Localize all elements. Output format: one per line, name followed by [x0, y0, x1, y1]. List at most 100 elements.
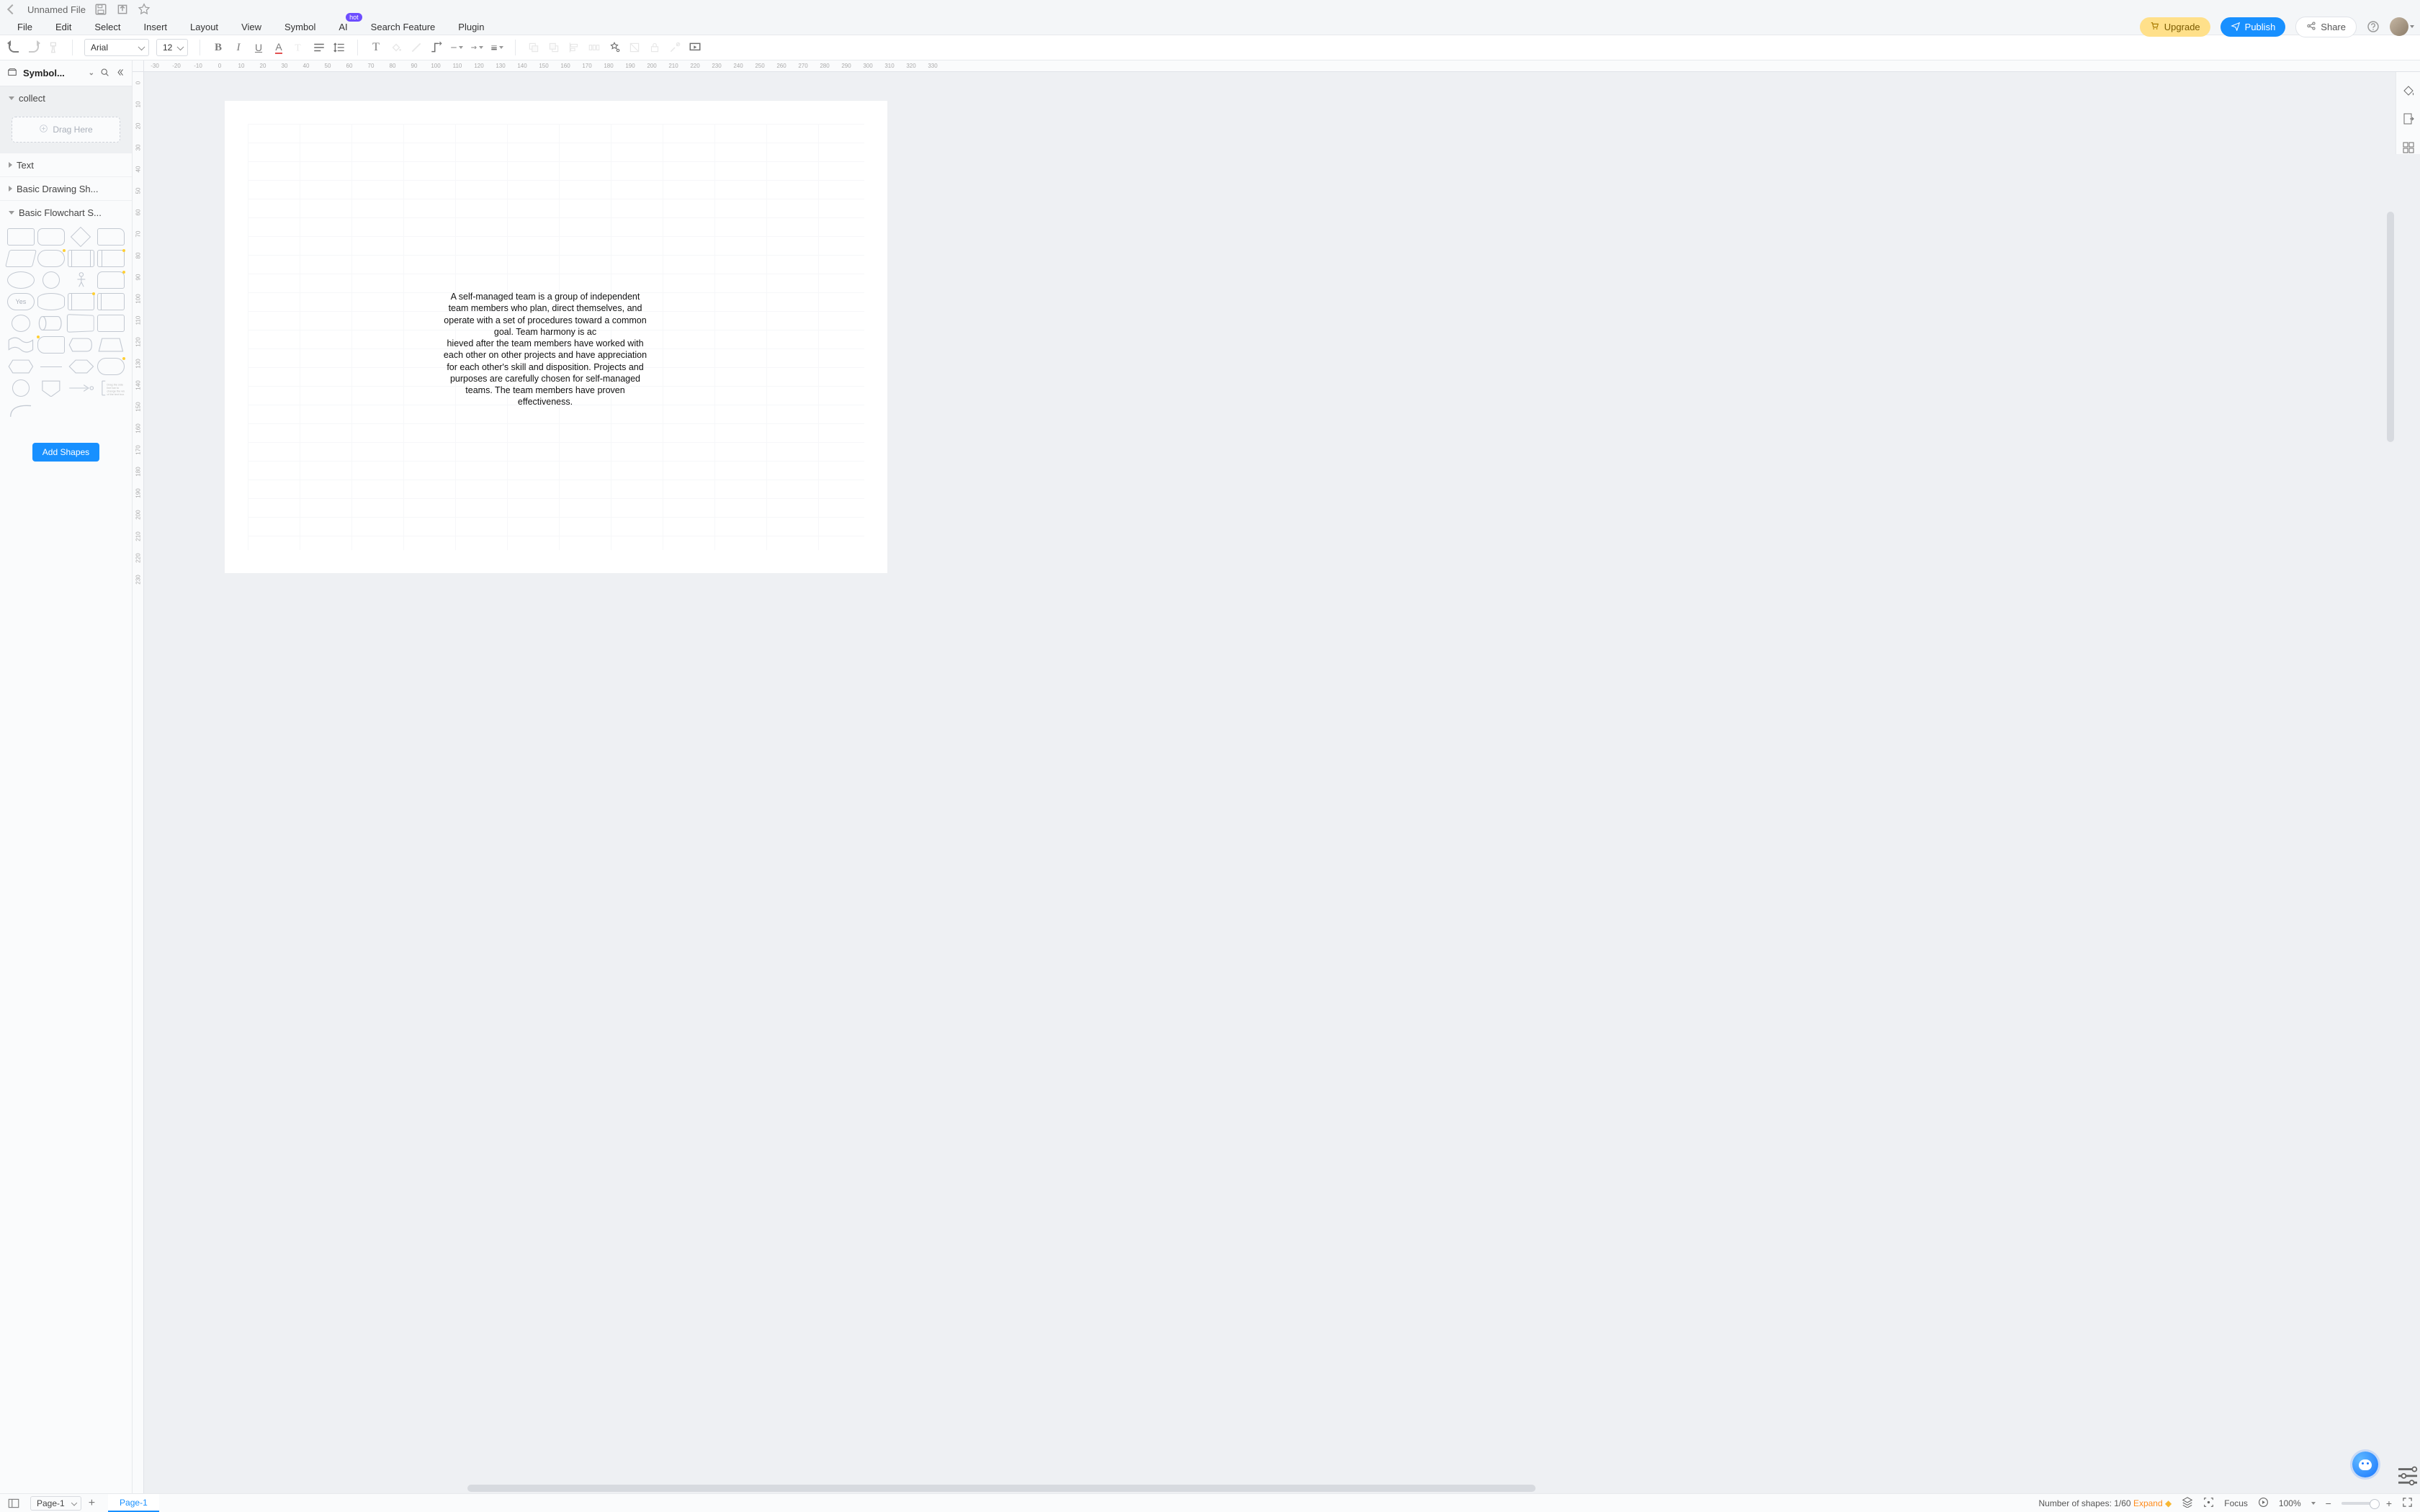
panel-dropdown-icon[interactable]: ⌄: [89, 69, 94, 77]
align-left-obj-icon[interactable]: [568, 41, 581, 54]
canvas[interactable]: -30-20-100102030405060708090100110120130…: [133, 60, 2420, 1493]
shape-predefined[interactable]: [68, 250, 95, 267]
tools-icon[interactable]: [668, 41, 681, 54]
shape-parallel[interactable]: [37, 358, 65, 375]
shape-pill[interactable]: [97, 358, 125, 375]
shape-arc[interactable]: [7, 401, 35, 418]
shape-rounded-rect[interactable]: [37, 228, 65, 246]
undo-icon[interactable]: [7, 41, 20, 54]
menu-select[interactable]: Select: [94, 22, 120, 32]
menu-layout[interactable]: Layout: [190, 22, 218, 32]
shape-annotation[interactable]: Drag the sideline bar tochange the width…: [97, 379, 125, 397]
shape-trapezoid[interactable]: [97, 336, 125, 354]
panel-toggle-icon[interactable]: [7, 1497, 20, 1510]
back-icon[interactable]: [6, 3, 19, 16]
section-collect[interactable]: collect: [0, 86, 132, 109]
user-avatar[interactable]: [2390, 17, 2414, 36]
redo-icon[interactable]: [27, 41, 40, 54]
font-color-icon[interactable]: A: [272, 41, 285, 54]
ruler-vertical[interactable]: 0102030405060708090100110120130140150160…: [133, 72, 144, 1493]
crop-icon[interactable]: [628, 41, 641, 54]
zoom-out-button[interactable]: −: [2326, 1498, 2331, 1509]
fullscreen-icon[interactable]: [2402, 1497, 2413, 1510]
fill-icon[interactable]: [390, 41, 403, 54]
line-style-icon[interactable]: [450, 41, 463, 54]
align-icon[interactable]: [313, 41, 326, 54]
add-page-button[interactable]: +: [86, 1497, 98, 1510]
star-icon[interactable]: [138, 3, 151, 16]
line-weight-icon[interactable]: [490, 41, 503, 54]
line-spacing-icon[interactable]: [333, 41, 346, 54]
zoom-in-button[interactable]: +: [2386, 1498, 2392, 1509]
help-icon[interactable]: [2367, 20, 2380, 33]
zoom-slider[interactable]: [2341, 1502, 2376, 1505]
bold-icon[interactable]: B: [212, 41, 225, 54]
font-size-select[interactable]: 12: [156, 39, 188, 56]
right-options-icon[interactable]: [2396, 1465, 2420, 1489]
menu-edit[interactable]: Edit: [55, 22, 71, 32]
font-family-select[interactable]: Arial: [84, 39, 149, 56]
horizontal-scrollbar[interactable]: [370, 1485, 2312, 1492]
grid-icon[interactable]: [2402, 141, 2415, 154]
menu-ai[interactable]: AI hot: [339, 22, 347, 32]
page-export-icon[interactable]: [2402, 112, 2415, 125]
shape-offpage[interactable]: [37, 379, 65, 397]
tab-page-1[interactable]: Page-1: [108, 1494, 159, 1512]
fill-bucket-icon[interactable]: [2402, 84, 2415, 96]
menu-file[interactable]: File: [17, 22, 32, 32]
ruler-horizontal[interactable]: -30-20-100102030405060708090100110120130…: [144, 60, 2420, 72]
effects-icon[interactable]: [608, 41, 621, 54]
assistant-button[interactable]: [2352, 1452, 2378, 1477]
shape-terminator[interactable]: [37, 250, 65, 267]
shape-hexagon[interactable]: [7, 358, 35, 375]
add-shapes-button[interactable]: Add Shapes: [32, 443, 99, 462]
shape-storage[interactable]: [97, 293, 125, 310]
shape-direct-data[interactable]: [37, 315, 65, 332]
chevron-down-icon[interactable]: [2311, 1502, 2316, 1505]
shape-display[interactable]: [68, 336, 95, 354]
play-icon[interactable]: [2258, 1497, 2269, 1510]
format-painter-icon[interactable]: [48, 41, 60, 54]
drag-here-dropzone[interactable]: Drag Here: [12, 117, 120, 143]
shape-circle[interactable]: [42, 271, 60, 289]
section-text[interactable]: Text: [0, 153, 132, 176]
shape-rect2[interactable]: [97, 315, 125, 332]
menu-insert[interactable]: Insert: [144, 22, 168, 32]
italic-icon[interactable]: I: [232, 41, 245, 54]
shape-decision[interactable]: [68, 228, 95, 246]
collapse-panel-icon[interactable]: [115, 68, 125, 79]
focus-label[interactable]: Focus: [2224, 1498, 2248, 1508]
lock-icon[interactable]: [648, 41, 661, 54]
focus-target-icon[interactable]: [2203, 1497, 2214, 1510]
menu-view[interactable]: View: [241, 22, 261, 32]
shape-preparation[interactable]: [68, 358, 95, 375]
shape-yes[interactable]: Yes: [7, 293, 35, 310]
shape-onpage-connector[interactable]: [12, 379, 30, 397]
shape-database[interactable]: [37, 293, 65, 310]
shape-process[interactable]: [7, 228, 35, 246]
line-color-icon[interactable]: [410, 41, 423, 54]
underline-icon[interactable]: U: [252, 41, 265, 54]
shape-card[interactable]: [97, 228, 125, 246]
send-back-icon[interactable]: [547, 41, 560, 54]
shape-parallelogram[interactable]: [5, 250, 37, 267]
shape-tape[interactable]: [7, 336, 35, 354]
arrow-style-icon[interactable]: [470, 41, 483, 54]
expand-link[interactable]: Expand: [2133, 1498, 2163, 1508]
zoom-value[interactable]: 100%: [2279, 1498, 2301, 1508]
shape-connector[interactable]: [12, 315, 30, 332]
upgrade-button[interactable]: Upgrade: [2140, 17, 2210, 37]
menu-plugin[interactable]: Plugin: [458, 22, 484, 32]
shape-subprocess[interactable]: [68, 293, 95, 310]
publish-button[interactable]: Publish: [2220, 17, 2286, 37]
shape-ellipse[interactable]: [7, 271, 35, 289]
export-icon[interactable]: [116, 3, 129, 16]
section-basic-flowchart[interactable]: Basic Flowchart S...: [0, 201, 132, 224]
shape-manual-input[interactable]: [66, 314, 94, 333]
bring-front-icon[interactable]: [527, 41, 540, 54]
distribute-icon[interactable]: [588, 41, 601, 54]
shape-delay[interactable]: [37, 336, 65, 354]
menu-search-feature[interactable]: Search Feature: [371, 22, 436, 32]
shape-user[interactable]: [97, 271, 125, 289]
page-paper[interactable]: A self-managed team is a group of indepe…: [225, 101, 887, 573]
